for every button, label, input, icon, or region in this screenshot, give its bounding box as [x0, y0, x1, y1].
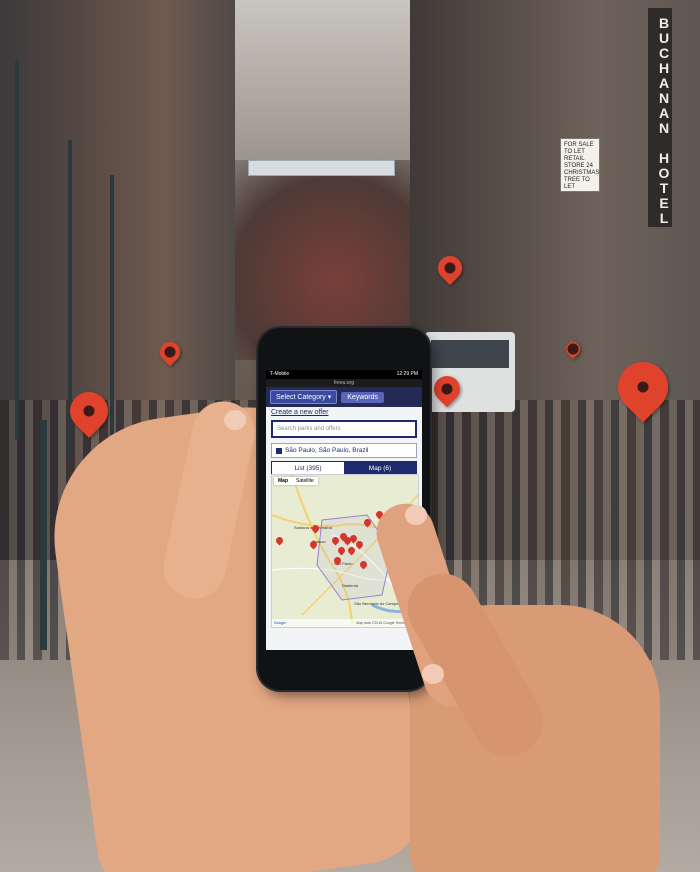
create-offer-link[interactable]: Create a new offer [266, 407, 422, 418]
sale-sign: FOR SALE TO LET RETAIL STORE 24 CHRISTMA… [560, 138, 600, 192]
street-post [40, 420, 47, 650]
map-type-toggle[interactable]: Map Satellite [274, 477, 318, 485]
phone-chin [258, 650, 430, 690]
street-lamp [110, 175, 114, 435]
street-banner [248, 160, 395, 176]
map-toggle-satellite[interactable]: Satellite [292, 477, 318, 485]
map-footer: Google Map data ©2015 Google Terms of Us… [272, 619, 418, 627]
street-lamp [15, 60, 19, 440]
street-scene: BUCHANAN HOTEL FOR SALE TO LET RETAIL ST… [0, 0, 700, 872]
map-toggle-map[interactable]: Map [274, 477, 292, 485]
status-bar: T-Mobile 12:29 PM [266, 370, 422, 379]
map-label: São Bernardo do Campo [354, 601, 399, 606]
bus [425, 332, 515, 412]
search-input[interactable]: Search parks and offers [271, 420, 417, 438]
carrier-label: T-Mobile [270, 371, 290, 377]
thumb-nail [224, 410, 246, 430]
location-field[interactable]: São Paulo, São Paulo, Brazil [271, 443, 417, 458]
select-category-dropdown[interactable]: Select Category ▾ [270, 390, 338, 404]
clock-label: 12:29 PM [396, 371, 418, 377]
google-logo: Google [274, 621, 287, 625]
thumb-nail [422, 664, 444, 684]
location-icon [276, 447, 282, 454]
location-label: São Paulo, São Paulo, Brazil [285, 447, 369, 454]
keywords-button[interactable]: Keywords [341, 391, 384, 403]
sky [215, 0, 415, 160]
finger-nail [405, 505, 427, 525]
hotel-sign: BUCHANAN HOTEL [648, 8, 672, 227]
url-bar[interactable]: freeu.org [266, 379, 422, 387]
app-toolbar: Select Category ▾ Keywords [266, 387, 422, 407]
map-label: Diadema [342, 583, 359, 588]
